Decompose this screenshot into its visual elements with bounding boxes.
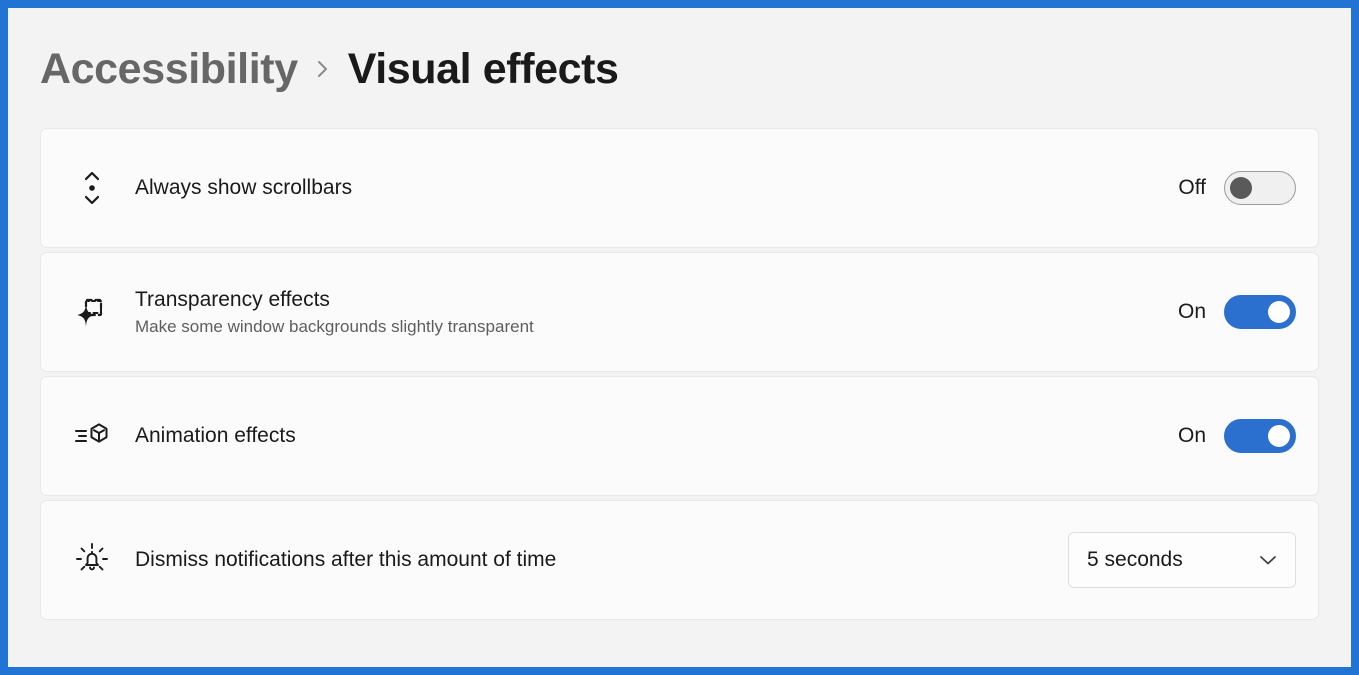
transparency-icon xyxy=(69,289,115,335)
toggle-transparency-effects[interactable] xyxy=(1224,295,1296,329)
toggle-knob xyxy=(1268,301,1290,323)
breadcrumb: Accessibility Visual effects xyxy=(8,8,1351,104)
setting-text: Animation effects xyxy=(125,423,1174,448)
toggle-always-show-scrollbars[interactable] xyxy=(1224,171,1296,205)
toggle-state-label: Off xyxy=(1178,176,1206,199)
page-title: Visual effects xyxy=(347,44,619,93)
setting-title: Transparency effects xyxy=(135,287,330,311)
toggle-knob xyxy=(1230,177,1252,199)
settings-list: Always show scrollbars Off Transparency … xyxy=(8,104,1351,620)
setting-title: Animation effects xyxy=(135,424,296,448)
animation-icon xyxy=(69,413,115,459)
setting-control: On xyxy=(1174,419,1296,453)
notification-bell-icon xyxy=(69,537,115,583)
setting-text: Transparency effects Make some window ba… xyxy=(125,287,1174,337)
settings-page: Accessibility Visual effects Always show… xyxy=(8,8,1351,667)
setting-row-animation-effects[interactable]: Animation effects On xyxy=(40,376,1319,496)
setting-row-always-show-scrollbars[interactable]: Always show scrollbars Off xyxy=(40,128,1319,248)
scrollbar-icon xyxy=(69,165,115,211)
toggle-animation-effects[interactable] xyxy=(1224,419,1296,453)
chevron-right-icon xyxy=(312,51,334,87)
setting-text: Dismiss notifications after this amount … xyxy=(125,547,1068,572)
toggle-state-label: On xyxy=(1177,424,1206,447)
setting-row-dismiss-notifications[interactable]: Dismiss notifications after this amount … xyxy=(40,500,1319,620)
setting-control: 5 seconds xyxy=(1068,532,1296,588)
setting-description: Make some window backgrounds slightly tr… xyxy=(135,316,534,336)
toggle-state-label: On xyxy=(1177,300,1206,323)
toggle-knob xyxy=(1268,425,1290,447)
setting-text: Always show scrollbars xyxy=(125,175,1174,200)
setting-title: Dismiss notifications after this amount … xyxy=(135,548,557,572)
setting-control: Off xyxy=(1174,171,1296,205)
breadcrumb-parent-link[interactable]: Accessibility xyxy=(40,47,298,91)
setting-title: Always show scrollbars xyxy=(135,176,353,200)
dropdown-dismiss-notification-time[interactable]: 5 seconds xyxy=(1068,532,1296,588)
chevron-down-icon xyxy=(1257,553,1279,567)
dropdown-selected-value: 5 seconds xyxy=(1087,548,1183,571)
setting-control: On xyxy=(1174,295,1296,329)
setting-row-transparency-effects[interactable]: Transparency effects Make some window ba… xyxy=(40,252,1319,372)
